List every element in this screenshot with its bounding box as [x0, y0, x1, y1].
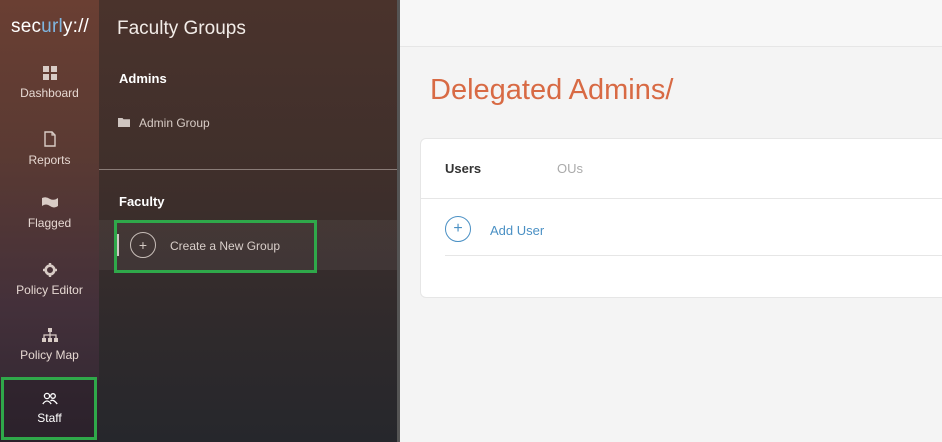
page-title: Delegated Admins/: [430, 74, 674, 106]
groups-title: Faculty Groups: [117, 18, 246, 39]
nav-label-policy-map: Policy Map: [20, 348, 79, 362]
nav-label-policy-editor: Policy Editor: [16, 283, 83, 297]
group-label: Admin Group: [139, 116, 210, 130]
top-bar: [400, 0, 942, 47]
create-group-highlight-box: [114, 220, 317, 273]
securly-logo: securly://: [11, 16, 90, 37]
add-user-plus-icon[interactable]: +: [445, 216, 471, 242]
admins-card: Users OUs + Add User: [420, 138, 942, 298]
tab-ous[interactable]: OUs: [557, 161, 583, 176]
main-content: Delegated Admins/ Users OUs + Add User: [400, 0, 942, 442]
admins-section-label: Admins: [119, 71, 167, 86]
sitemap-icon: [0, 328, 99, 342]
flag-icon: [0, 197, 99, 210]
nav-item-reports[interactable]: Reports: [0, 131, 99, 193]
faculty-section-label: Faculty: [119, 194, 165, 209]
group-item-admin-group[interactable]: Admin Group: [118, 116, 210, 130]
groups-panel: Faculty Groups Admins Admin Group Facult…: [99, 0, 397, 442]
add-user-button[interactable]: Add User: [490, 223, 544, 238]
section-divider: [99, 169, 397, 170]
folder-icon: [118, 116, 139, 130]
main-nav: securly:// Dashboard Reports Flagged Pol…: [0, 0, 99, 442]
nav-label-flagged: Flagged: [27, 216, 72, 230]
nav-item-flagged[interactable]: Flagged: [0, 197, 99, 259]
tab-users[interactable]: Users: [445, 161, 481, 176]
gear-icon: [0, 263, 99, 277]
reports-icon: [0, 131, 99, 147]
nav-item-dashboard[interactable]: Dashboard: [0, 66, 99, 128]
row-divider: [445, 255, 942, 256]
dashboard-icon: [0, 66, 99, 80]
nav-label-dashboard: Dashboard: [20, 86, 79, 100]
tabs-divider: [421, 198, 942, 199]
nav-item-policy-editor[interactable]: Policy Editor: [0, 263, 99, 325]
nav-label-reports: Reports: [28, 153, 71, 167]
staff-highlight-box: [1, 377, 97, 440]
